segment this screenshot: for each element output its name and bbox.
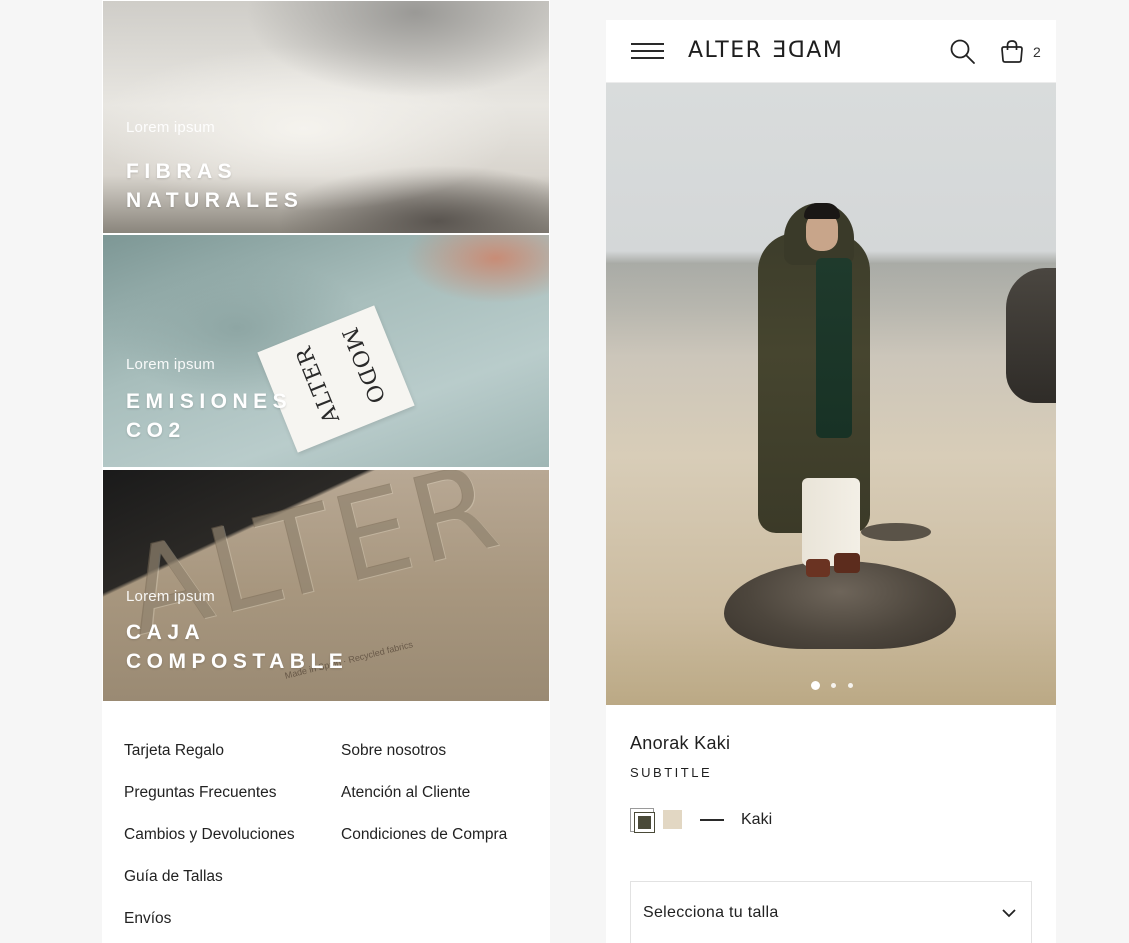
footer-link-gift-card[interactable]: Tarjeta Regalo (124, 742, 295, 784)
background-rock (1006, 268, 1056, 403)
promo-tile-emisiones-co2[interactable]: ALTER MODO Lorem ipsum EMISIONES CO2 (103, 235, 549, 467)
promo-headline: EMISIONES CO2 (126, 387, 292, 445)
carousel-dot[interactable] (831, 683, 836, 688)
color-swatch-kaki[interactable] (630, 808, 655, 833)
carousel-pagination (811, 681, 859, 691)
foreground-rock (724, 561, 956, 649)
product-subtitle: SUBTITLE (630, 765, 713, 780)
footer-link-shipping[interactable]: Envíos (124, 910, 295, 943)
size-select[interactable]: Selecciona tu talla (630, 881, 1032, 943)
color-swatch-beige[interactable] (663, 810, 682, 829)
promo-headline: FIBRAS NATURALES (126, 157, 303, 215)
model-boot (806, 559, 830, 577)
footer-column-help: Tarjeta Regalo Preguntas Frecuentes Camb… (124, 742, 295, 943)
footer-column-company: Sobre nosotros Atención al Cliente Condi… (341, 742, 507, 868)
footer-link-customer-service[interactable]: Atención al Cliente (341, 784, 507, 826)
promo-headline-line: FIBRAS (126, 160, 238, 183)
footer-link-about[interactable]: Sobre nosotros (341, 742, 507, 784)
promo-tile-fibras-naturales[interactable]: Lorem ipsum FIBRAS NATURALES (103, 1, 549, 233)
shopping-bag-icon[interactable] (998, 38, 1026, 66)
carousel-dot[interactable] (848, 683, 853, 688)
promo-headline-line: NATURALES (126, 189, 304, 212)
carousel-dot-active[interactable] (811, 681, 820, 690)
background-rock (861, 523, 931, 541)
logo-word: ALTER (688, 38, 763, 63)
model-scarf (816, 258, 852, 438)
promo-tile-caja-compostable[interactable]: ALTER Made in Spain · Recycled fabrics L… (103, 470, 549, 701)
promo-headline-line: COMPOSTABLE (126, 650, 349, 673)
tag-text: MODO (335, 324, 389, 409)
footer-link-size-guide[interactable]: Guía de Tallas (124, 868, 295, 910)
footer-link-returns[interactable]: Cambios y Devoluciones (124, 826, 295, 868)
brand-logo[interactable]: ALTER MADE (688, 38, 842, 63)
search-icon[interactable] (949, 38, 977, 66)
logo-word-mirrored: MADE (770, 38, 842, 63)
color-selector: Kaki (630, 808, 1030, 833)
promo-headline: CAJA COMPOSTABLE (126, 618, 348, 676)
selected-color-label: Kaki (741, 811, 773, 828)
product-page-mobile: ALTER MADE 2 Anorak Kaki SUBTITLE Kaki S… (606, 20, 1056, 943)
promo-kicker: Lorem ipsum (126, 588, 215, 605)
footer-link-faq[interactable]: Preguntas Frecuentes (124, 784, 295, 826)
promo-headline-line: CO2 (126, 419, 186, 442)
top-bar: ALTER MADE 2 (606, 20, 1056, 83)
promo-headline-line: CAJA (126, 621, 206, 644)
product-name: Anorak Kaki (630, 733, 731, 753)
promo-column: Lorem ipsum FIBRAS NATURALES ALTER MODO … (102, 0, 550, 943)
footer-link-terms[interactable]: Condiciones de Compra (341, 826, 507, 868)
cart-count: 2 (1033, 44, 1041, 60)
model-boot (834, 553, 860, 573)
model-hair (804, 203, 840, 219)
hamburger-menu-icon[interactable] (631, 43, 664, 59)
size-select-placeholder: Selecciona tu talla (643, 904, 779, 921)
chevron-down-icon (1001, 906, 1017, 918)
tag-text: ALTER (291, 342, 346, 427)
separator-dash (700, 819, 724, 821)
promo-headline-line: EMISIONES (126, 390, 293, 413)
promo-kicker: Lorem ipsum (126, 356, 215, 373)
promo-kicker: Lorem ipsum (126, 119, 215, 136)
product-image-gallery[interactable] (606, 83, 1056, 705)
